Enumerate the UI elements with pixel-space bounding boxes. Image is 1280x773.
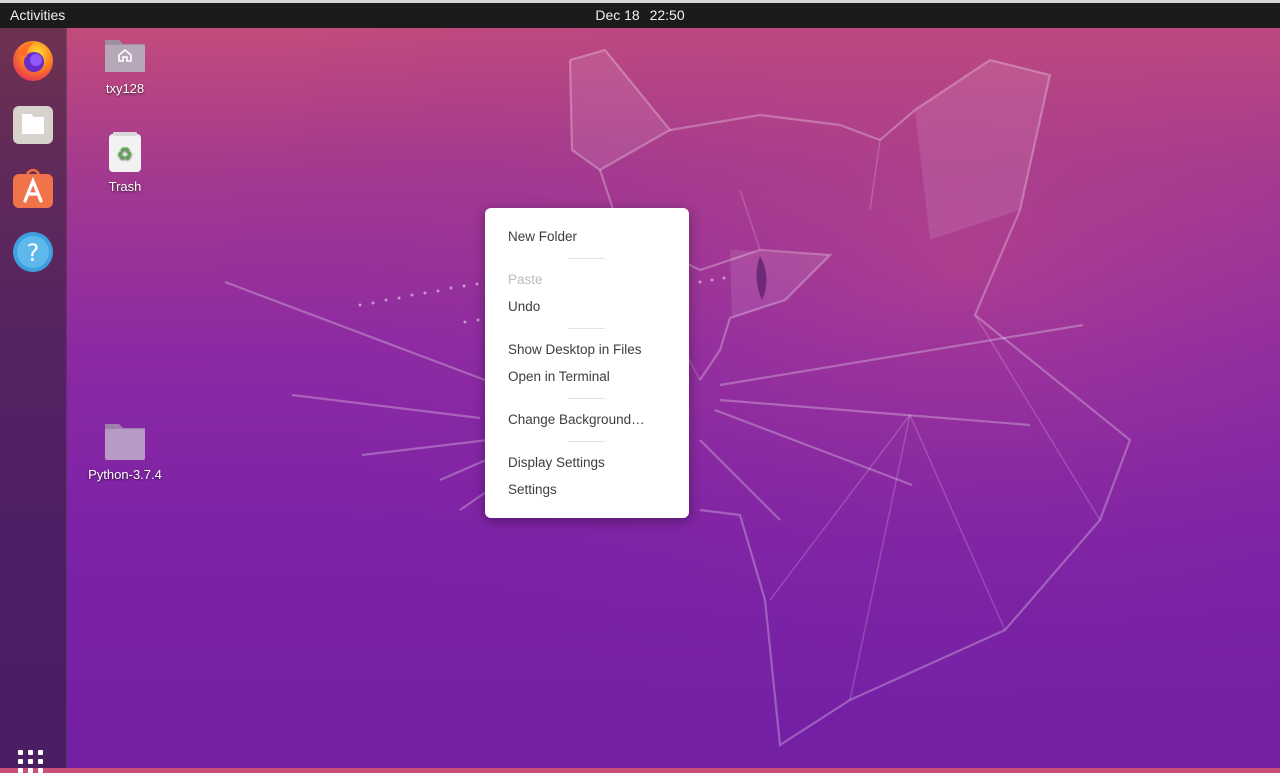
desktop-icon-trash[interactable]: ♻ Trash [80,130,170,194]
home-folder-icon [105,40,145,72]
svg-text:?: ? [27,239,40,267]
desktop-icon-label: txy128 [105,81,145,96]
menu-item-paste[interactable]: Paste [508,270,543,290]
desktop-context-menu: New Folder Paste Undo Show Desktop in Fi… [485,208,689,518]
desktop-icon-home[interactable]: txy128 [80,34,170,96]
menu-item-new-folder[interactable]: New Folder [508,227,577,247]
menu-separator [568,258,605,259]
dock: ? [0,28,67,773]
clock[interactable]: Dec 18 22:50 [0,7,1280,23]
menu-item-show-desktop-in-files[interactable]: Show Desktop in Files [508,340,642,360]
desktop-icon-python-folder[interactable]: Python-3.7.4 [80,420,170,482]
menu-item-settings[interactable]: Settings [508,480,557,500]
folder-icon [105,424,145,460]
files-icon [13,106,53,144]
menu-separator [568,441,605,442]
dock-item-software[interactable] [9,164,57,212]
menu-separator [568,398,605,399]
clock-time: 22:50 [649,7,685,23]
desktop-icon-label: Python-3.7.4 [88,467,162,482]
menu-separator [568,328,605,329]
menu-item-display-settings[interactable]: Display Settings [508,453,605,473]
dock-item-files[interactable] [9,100,57,148]
clock-date: Dec 18 [595,7,640,23]
svg-text:♻: ♻ [117,144,133,165]
dock-item-firefox[interactable] [9,36,57,84]
dock-item-help[interactable]: ? [9,228,57,276]
menu-item-undo[interactable]: Undo [508,297,540,317]
menu-item-change-background[interactable]: Change Background… [508,410,645,430]
help-icon: ? [13,232,53,272]
show-applications-icon[interactable] [18,750,48,773]
trash-icon: ♻ [109,132,141,172]
desktop-icon-label: Trash [108,179,142,194]
software-icon [13,168,53,208]
top-bar: Activities Dec 18 22:50 [0,0,1280,28]
menu-item-open-in-terminal[interactable]: Open in Terminal [508,367,610,387]
firefox-icon [13,41,53,81]
